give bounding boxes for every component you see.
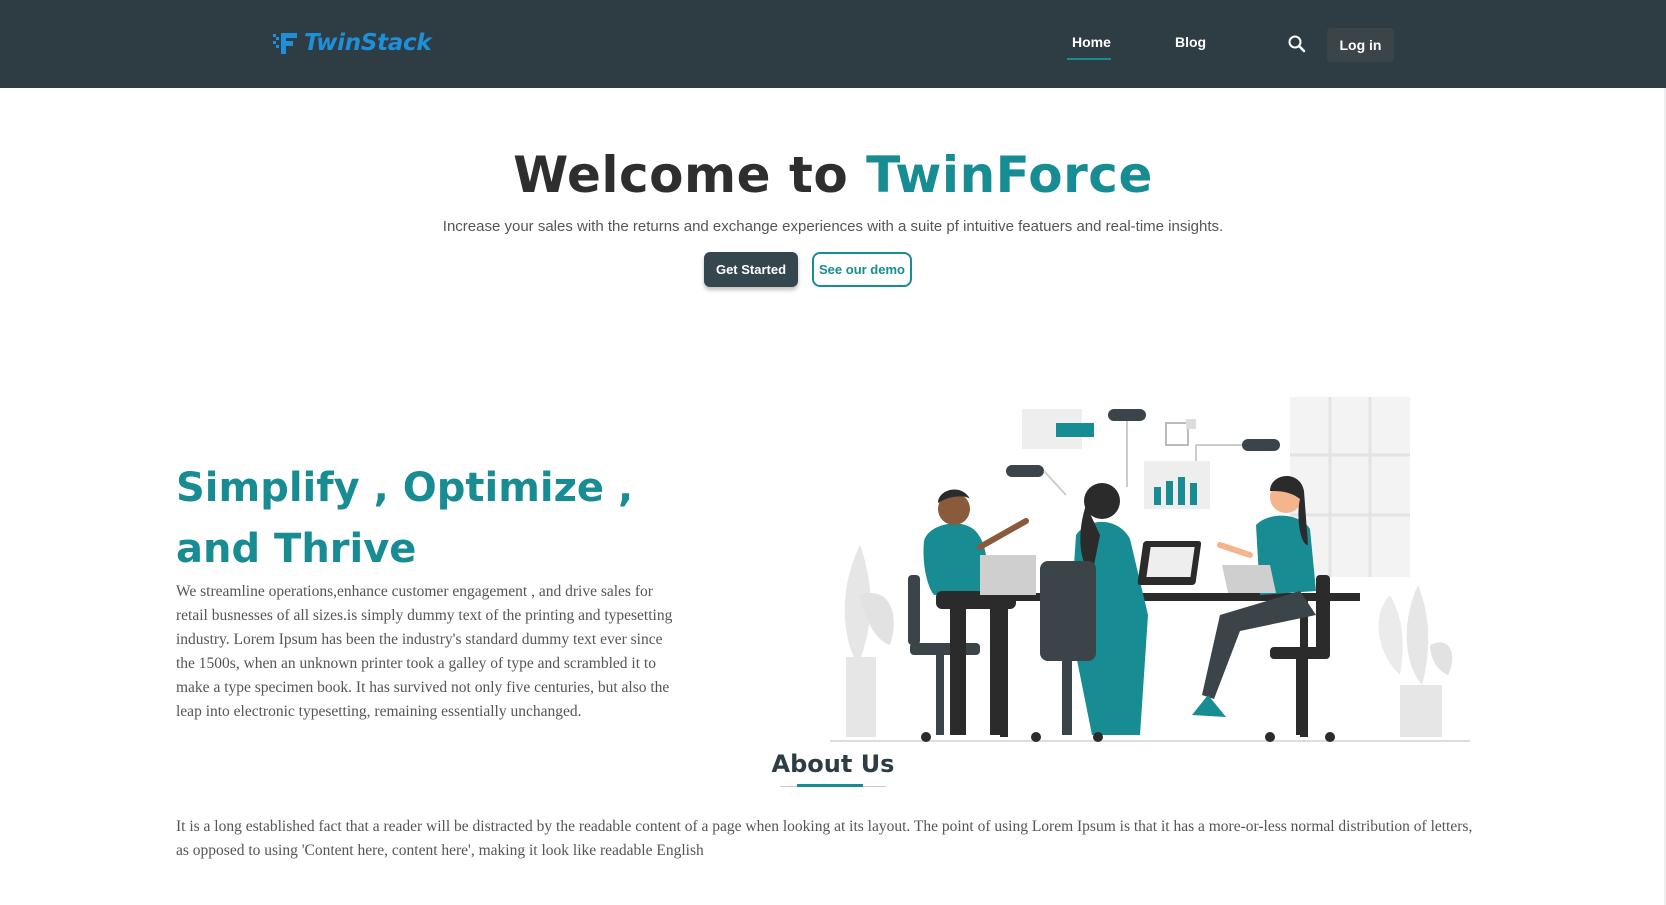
about-underline-accent [797,784,863,787]
logo-text: TwinStack [304,30,432,56]
feature-title: Simplify , Optimize , and Thrive [176,465,634,572]
feature-description: We streamline operations,enhance custome… [176,583,673,720]
hero-title-accent: TwinForce [866,146,1153,204]
nav-active-indicator [1067,58,1111,60]
hero-subtitle: Increase your sales with the returns and… [442,218,1224,235]
about-us-heading: About Us [771,750,895,778]
twinstack-logo-icon [273,33,297,54]
team-meeting-illustration [830,397,1470,742]
get-started-button[interactable]: Get Started [704,252,798,287]
hero-title: Welcome to TwinForce [0,146,1666,204]
nav-home-link[interactable]: Home [1072,34,1111,50]
nav-blog-link[interactable]: Blog [1175,34,1206,50]
about-us-text: It is a long established fact that a rea… [176,818,1473,859]
hero-title-prefix: Welcome to [513,146,867,204]
logo[interactable]: TwinStack [272,26,432,60]
search-icon[interactable] [1286,33,1308,55]
top-navbar: TwinStack Home Blog Log in [0,0,1666,88]
login-button[interactable]: Log in [1327,28,1394,62]
plant-left [844,545,894,737]
person-middle [1031,483,1202,742]
floating-ui-cards [1006,409,1280,509]
see-demo-button[interactable]: See our demo [812,252,912,287]
person-left [908,489,1036,742]
plant-right [1378,585,1453,737]
